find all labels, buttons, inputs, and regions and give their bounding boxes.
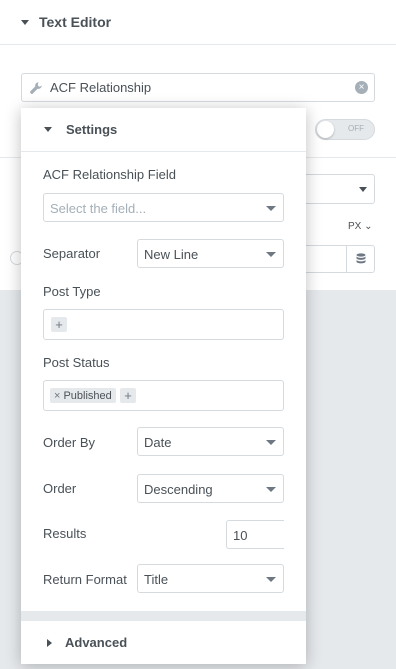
remove-chip-icon[interactable]: × [54,390,60,402]
results-input[interactable]: 10 [226,520,284,549]
chevron-down-icon [266,252,276,257]
unit-selector[interactable]: PX ⌄ [348,221,373,232]
relationship-field-label: ACF Relationship Field [43,167,176,182]
dynamic-tag-label: ACF Relationship [50,80,152,95]
order-by-label: Order By [43,435,96,450]
order-by-select[interactable]: Date [137,427,284,456]
close-icon[interactable]: × [355,81,368,94]
results-value: 10 [233,528,248,543]
status-chip: × Published [50,388,116,403]
caret-right-icon [47,638,52,647]
post-status-label: Post Status [43,355,110,370]
post-status-field[interactable]: × Published + [43,380,284,411]
dynamic-tag-settings-popover: Settings ACF Relationship Field Select t… [21,108,306,664]
relationship-field-select[interactable]: Select the field... [43,193,284,222]
caret-down-icon [44,127,52,132]
database-icon [356,253,365,264]
settings-section-header[interactable]: Settings [21,108,306,152]
toggle-knob [317,121,334,138]
advanced-section-header[interactable]: Advanced [21,621,306,664]
add-icon[interactable]: + [51,317,67,332]
post-type-field[interactable]: + [43,309,284,340]
text-editor-section-header[interactable]: Text Editor [0,0,396,45]
separator-label: Separator [43,246,101,261]
return-format-value: Title [144,572,169,587]
advanced-title: Advanced [65,635,128,650]
toggle-text: OFF [348,124,364,133]
chevron-down-icon [266,206,276,211]
dynamic-tags-button[interactable] [346,245,375,273]
separator-select[interactable]: New Line [137,239,284,268]
order-value: Descending [144,482,213,497]
settings-title: Settings [66,122,118,137]
section-title: Text Editor [39,14,112,30]
section-separator [21,611,306,621]
chevron-down-icon [266,440,276,445]
chip-label: Published [63,389,112,402]
caret-down-icon [21,19,29,25]
add-icon[interactable]: + [120,388,136,403]
chevron-down-icon [266,487,276,492]
return-format-select[interactable]: Title [137,564,284,593]
results-label: Results [43,526,87,541]
separator-value: New Line [144,247,199,262]
wrench-icon [30,81,42,94]
post-type-label: Post Type [43,284,101,299]
chevron-down-icon [266,577,276,582]
switcher-toggle[interactable]: OFF [315,119,375,140]
dynamic-tag-field[interactable]: ACF Relationship × [21,73,375,102]
chevron-down-icon [359,187,367,192]
relationship-field-placeholder: Select the field... [50,201,147,216]
return-format-label: Return Format [43,572,127,587]
order-label: Order [43,481,77,496]
order-select[interactable]: Descending [137,474,284,503]
order-by-value: Date [144,435,172,450]
